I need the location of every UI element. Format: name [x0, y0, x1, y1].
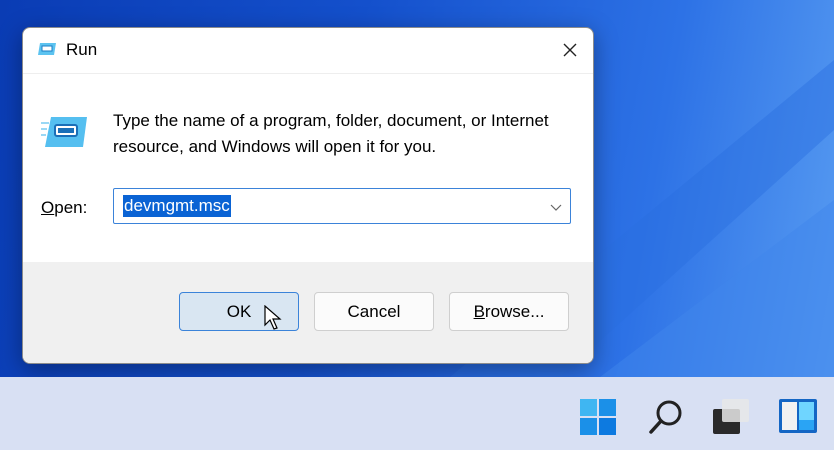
search-icon[interactable] [648, 399, 684, 440]
taskbar [0, 377, 834, 450]
dropdown-button[interactable] [550, 199, 562, 217]
browse-label: rowse... [484, 301, 545, 321]
title-bar[interactable]: Run [23, 28, 593, 74]
open-label-accel: O [41, 198, 55, 217]
mouse-pointer-icon [264, 304, 282, 336]
dialog-description: Type the name of a program, folder, docu… [113, 111, 549, 156]
run-dialog: Run Type the name of a program, folder, … [22, 27, 594, 364]
run-icon [37, 42, 57, 61]
widgets-icon[interactable] [779, 399, 817, 438]
open-label: Open: [41, 198, 87, 218]
close-button[interactable] [547, 28, 593, 72]
close-icon [563, 43, 577, 57]
button-area: OK Cancel Browse... [23, 262, 593, 363]
run-program-icon [41, 115, 89, 154]
browse-accel: B [473, 301, 485, 321]
open-input-value[interactable]: devmgmt.msc [123, 195, 231, 217]
chevron-down-icon [550, 204, 562, 211]
browse-button[interactable]: Browse... [449, 292, 569, 331]
cancel-button[interactable]: Cancel [314, 292, 434, 331]
dialog-title: Run [66, 40, 98, 59]
open-combobox[interactable]: devmgmt.msc [113, 188, 571, 224]
open-label-text: pen: [54, 198, 88, 217]
task-view-icon[interactable] [713, 399, 751, 440]
start-icon[interactable] [580, 399, 616, 440]
